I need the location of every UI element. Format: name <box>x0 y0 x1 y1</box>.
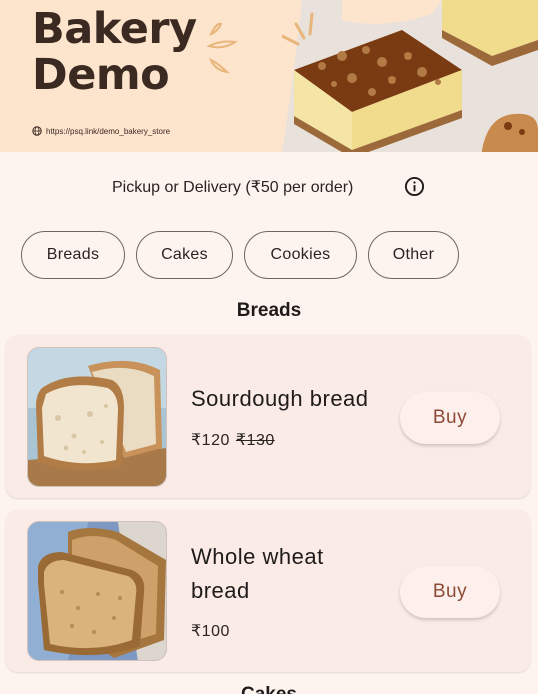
chip-breads[interactable]: Breads <box>21 231 125 279</box>
product-price: ₹100 <box>191 621 230 641</box>
banner-url-text: https://psq.link/demo_bakery_store <box>46 126 171 136</box>
banner-title: Bakery Demo <box>32 6 197 98</box>
buy-button[interactable]: Buy <box>400 566 500 618</box>
product-name: Sourdough bread <box>191 386 369 411</box>
product-image <box>27 347 167 487</box>
product-price: ₹120 ₹130 <box>191 430 275 450</box>
current-price: ₹120 <box>191 432 230 449</box>
wheat-doodle-icon <box>206 22 238 74</box>
buy-button[interactable]: Buy <box>400 392 500 444</box>
delivery-text: Pickup or Delivery (₹50 per order) <box>112 179 354 196</box>
globe-icon <box>32 126 42 136</box>
product-name-line1: Whole wheat <box>191 544 324 569</box>
product-image <box>27 521 167 661</box>
current-price: ₹100 <box>191 623 230 640</box>
banner-url: https://psq.link/demo_bakery_store <box>32 126 170 136</box>
product-name-line2: bread <box>191 578 250 603</box>
banner-title-line2: Demo <box>32 50 170 100</box>
section-title-cakes: Cakes <box>0 684 538 694</box>
cheesecake-photo <box>282 0 538 152</box>
delivery-info-row: Pickup or Delivery (₹50 per order) <box>0 172 538 200</box>
chip-cakes[interactable]: Cakes <box>136 231 233 279</box>
hero-banner: Bakery Demo https://psq.link/demo_bakery… <box>0 0 538 152</box>
chip-cookies[interactable]: Cookies <box>244 231 357 279</box>
banner-title-line1: Bakery <box>32 4 197 54</box>
product-card[interactable]: Sourdough bread ₹120 ₹130 Buy <box>6 335 530 498</box>
info-icon[interactable] <box>404 176 425 197</box>
product-card[interactable]: Whole wheat bread ₹100 Buy <box>6 510 530 672</box>
chip-other[interactable]: Other <box>368 231 459 279</box>
section-title-breads: Breads <box>236 300 302 321</box>
original-price: ₹130 <box>235 432 275 449</box>
